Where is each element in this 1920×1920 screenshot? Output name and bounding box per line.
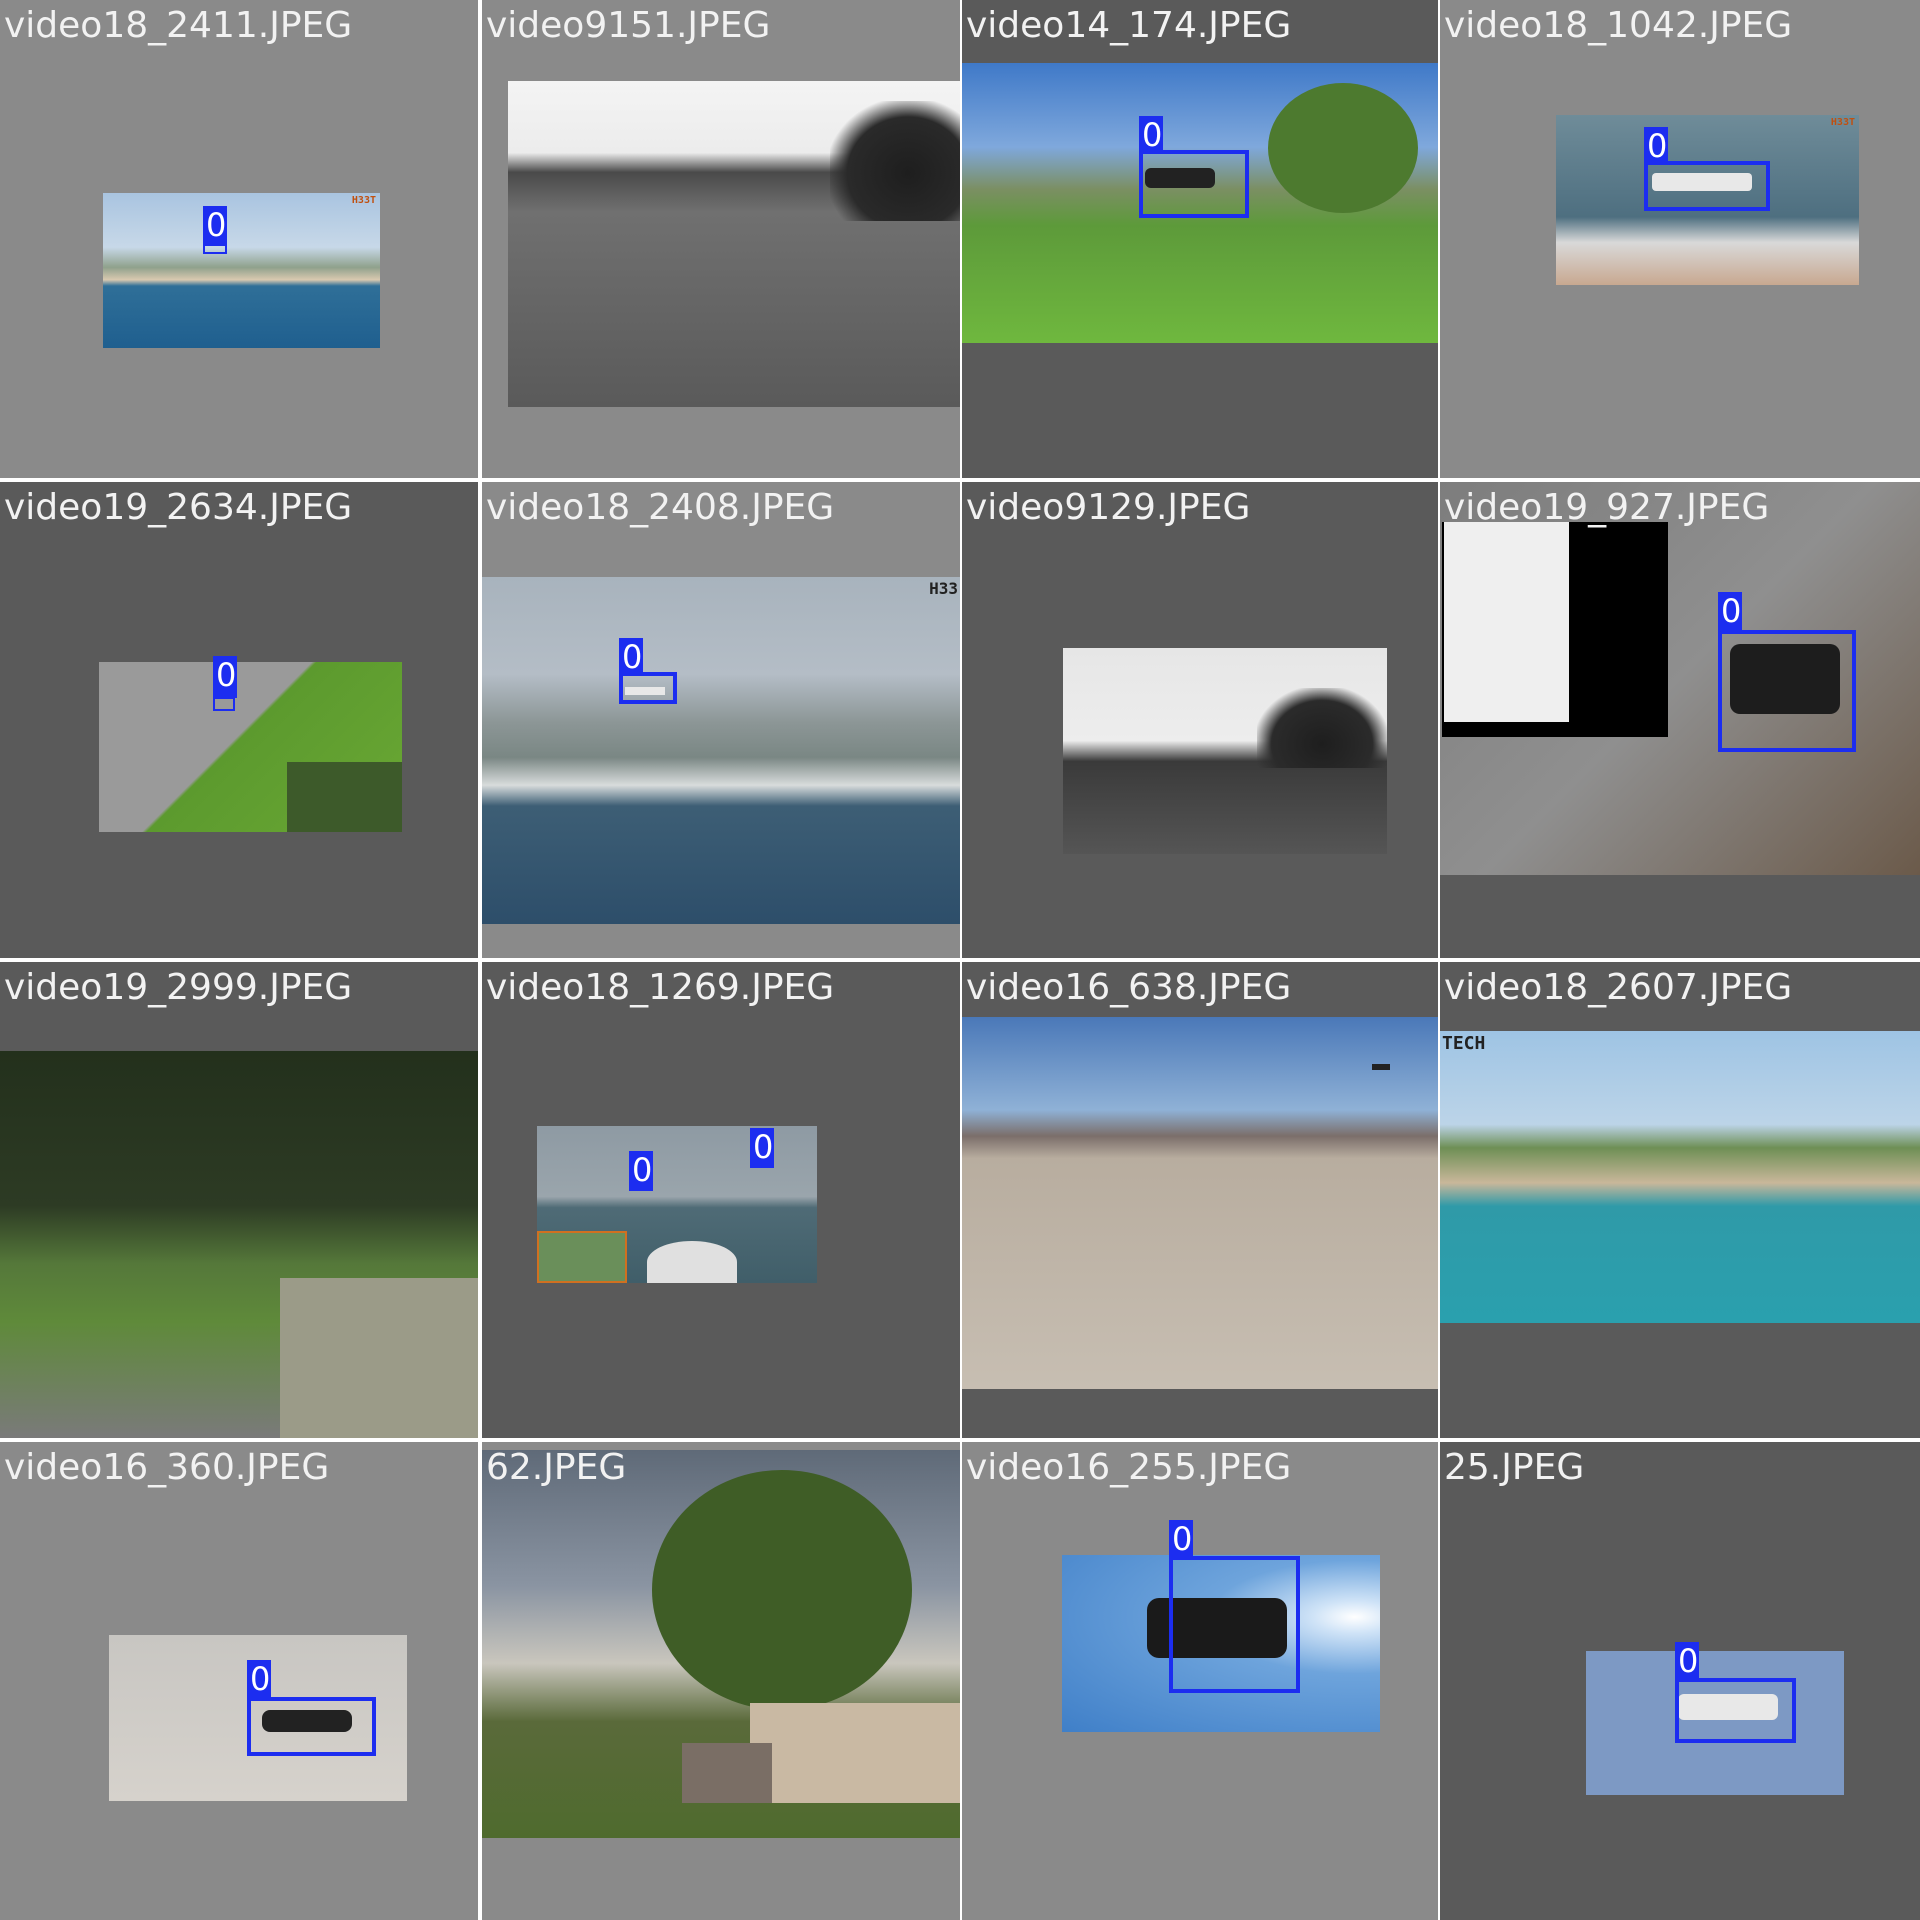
tile-filename: video16_360.JPEG: [4, 1447, 330, 1488]
watermark: H33T: [1830, 117, 1855, 128]
photo-grayscale-field: [508, 81, 960, 407]
boat-bow: [647, 1241, 737, 1283]
photo-sea-coast: H33T: [103, 193, 380, 348]
house: [750, 1703, 960, 1803]
watermark: H33T: [351, 195, 376, 206]
grid-tile[interactable]: H33T 0 video18_2411.JPEG: [0, 0, 478, 478]
tile-filename: video18_2607.JPEG: [1444, 967, 1793, 1008]
grid-tile[interactable]: 0 video19_927.JPEG: [1440, 482, 1920, 958]
grid-tile[interactable]: H33T 0 video18_1042.JPEG: [1440, 0, 1920, 478]
bounding-box: [1644, 161, 1770, 211]
grid-tile[interactable]: TECH video18_2607.JPEG: [1440, 962, 1920, 1438]
tile-filename: 25.JPEG: [1444, 1447, 1585, 1488]
bbox-tag: 0: [1644, 127, 1668, 165]
phone-screen-inset: [280, 1278, 478, 1438]
tile-filename: video9151.JPEG: [486, 5, 771, 46]
bounding-box: [1139, 150, 1249, 218]
tile-filename: 62.JPEG: [486, 1447, 627, 1488]
bounding-box: [619, 672, 677, 704]
watermark: TECH: [1442, 1033, 1486, 1054]
bbox-tag: 0: [619, 638, 643, 676]
grid-tile[interactable]: video9151.JPEG: [482, 0, 960, 478]
tile-filename: video18_1269.JPEG: [486, 967, 835, 1008]
bbox-tag: 0: [1675, 1642, 1699, 1682]
bbox-tag: 0: [1718, 592, 1742, 632]
grid-tile[interactable]: H33 0 video18_2408.JPEG: [482, 482, 960, 958]
photo-coastal-town: H33: [482, 577, 960, 924]
bounding-box: [247, 1697, 376, 1756]
grid-tile[interactable]: 0 video16_255.JPEG: [962, 1442, 1438, 1920]
photo-harbor: TECH: [1440, 1031, 1920, 1323]
tile-filename: video18_2411.JPEG: [4, 5, 353, 46]
tile-filename: video18_1042.JPEG: [1444, 5, 1793, 46]
treeline: [1257, 688, 1387, 768]
bounding-box: [1675, 1678, 1796, 1743]
bbox-tag: 0: [1169, 1520, 1193, 1560]
photo-desert-plain: [962, 1017, 1438, 1389]
photo-boat-sea: [537, 1126, 817, 1283]
grid-tile[interactable]: video9129.JPEG: [962, 482, 1438, 958]
photo-gravel-grass: [99, 662, 402, 832]
tree: [1268, 83, 1418, 213]
grid-tile[interactable]: 0 video19_2634.JPEG: [0, 482, 478, 958]
bbox-tag: 0: [629, 1151, 653, 1191]
grid-tile[interactable]: 0 video16_360.JPEG: [0, 1442, 478, 1920]
bbox-tag: 0: [247, 1660, 271, 1700]
grid-tile[interactable]: video19_2999.JPEG: [0, 962, 478, 1438]
bounding-box: [1169, 1556, 1300, 1693]
bbox-tag: 0: [203, 206, 227, 246]
phone-screen-inset: [287, 762, 402, 832]
grid-tile[interactable]: 62.JPEG: [482, 1442, 960, 1920]
grid-tile[interactable]: video16_638.JPEG: [962, 962, 1438, 1438]
tree: [652, 1470, 912, 1710]
photo-grayscale-field: [1063, 648, 1387, 854]
tile-filename: video16_638.JPEG: [966, 967, 1292, 1008]
image-grid: H33T 0 video18_2411.JPEG video9151.JPEG …: [0, 0, 1920, 1920]
inset: [537, 1231, 627, 1283]
tile-filename: video19_927.JPEG: [1444, 487, 1770, 528]
photo-house-tree: [482, 1450, 960, 1838]
bounding-box: [1718, 630, 1856, 752]
bbox-tag: 0: [213, 656, 237, 698]
bbox-tag: 0: [1139, 116, 1163, 154]
drone-icon: [1372, 1064, 1390, 1070]
tile-filename: video19_2634.JPEG: [4, 487, 353, 528]
grid-tile[interactable]: 0 video14_174.JPEG: [962, 0, 1438, 478]
tile-filename: video18_2408.JPEG: [486, 487, 835, 528]
phone-screen: [1442, 522, 1668, 737]
bbox-tag: 0: [750, 1128, 774, 1168]
grid-tile[interactable]: 0 25.JPEG: [1440, 1442, 1920, 1920]
bounding-box: [213, 697, 235, 711]
tile-filename: video19_2999.JPEG: [4, 967, 353, 1008]
treeline: [830, 101, 960, 221]
tile-filename: video9129.JPEG: [966, 487, 1251, 528]
grid-tile[interactable]: 0 0 video18_1269.JPEG: [482, 962, 960, 1438]
shed: [682, 1743, 772, 1803]
watermark: H33: [929, 579, 958, 598]
tile-filename: video14_174.JPEG: [966, 5, 1292, 46]
tile-filename: video16_255.JPEG: [966, 1447, 1292, 1488]
photo-forest-driveway: [0, 1051, 478, 1438]
